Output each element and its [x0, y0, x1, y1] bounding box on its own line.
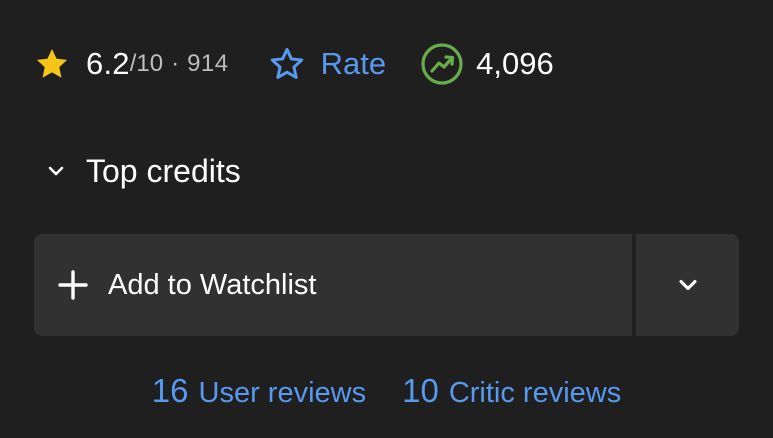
rating-max: /10 — [129, 50, 164, 77]
rating-value: 6.2 — [86, 46, 130, 81]
plus-icon — [56, 268, 90, 302]
rating-separator: · — [171, 50, 180, 77]
add-to-watchlist-label: Add to Watchlist — [108, 268, 317, 301]
chevron-down-icon — [674, 271, 702, 299]
popularity-meter[interactable]: 4,096 — [420, 42, 554, 86]
user-reviews-label: User reviews — [198, 377, 367, 409]
rate-label: Rate — [320, 46, 387, 81]
rating-count: 914 — [187, 50, 229, 77]
critic-reviews-count: 10 — [402, 372, 439, 409]
chevron-down-icon — [42, 157, 70, 185]
user-reviews-link[interactable]: 16 User reviews — [152, 372, 366, 410]
critic-reviews-label: Critic reviews — [448, 377, 622, 409]
rating-bar: 6.2 /10 · 914 Rate 4,096 — [32, 38, 752, 90]
watchlist-options-button[interactable] — [636, 234, 739, 336]
critic-reviews-link[interactable]: 10 Critic reviews — [402, 372, 621, 410]
trending-up-icon — [420, 42, 464, 86]
top-credits-toggle[interactable]: Top credits — [42, 148, 241, 194]
watchlist-control: Add to Watchlist — [34, 234, 739, 336]
imdb-rating[interactable]: 6.2 /10 · 914 — [32, 44, 229, 84]
reviews-links: 16 User reviews 10 Critic reviews — [0, 366, 773, 416]
star-filled-icon — [32, 44, 72, 84]
rate-button[interactable]: Rate — [267, 44, 386, 84]
add-to-watchlist-button[interactable]: Add to Watchlist — [34, 234, 632, 336]
star-outline-icon — [267, 44, 307, 84]
user-reviews-count: 16 — [151, 372, 189, 409]
popularity-value: 4,096 — [476, 46, 554, 81]
top-credits-label: Top credits — [86, 152, 241, 189]
